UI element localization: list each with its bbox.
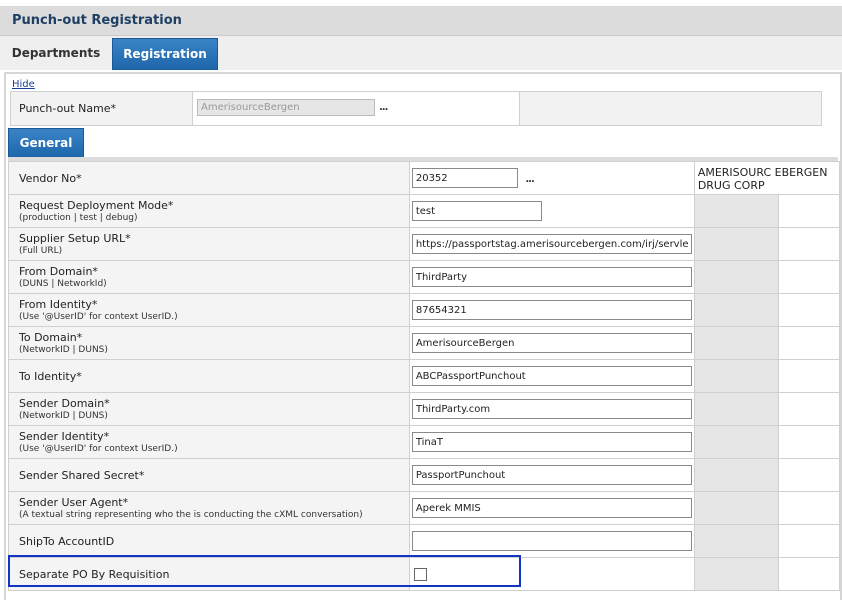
field-hint: (NetworkID | DUNS)	[19, 411, 108, 421]
vendor-lookup-icon[interactable]: ...	[525, 174, 534, 185]
form-row-from-domain: From Domain* (DUNS | NetworkId)	[8, 260, 840, 294]
hide-link[interactable]: Hide	[12, 79, 35, 90]
field-label: To Domain*	[19, 331, 83, 344]
tab-general[interactable]: General	[8, 128, 84, 158]
punchout-name-cell: ...	[192, 92, 520, 125]
punchout-name-input[interactable]	[197, 99, 375, 116]
form-row-supplier-url: Supplier Setup URL* (Full URL)	[8, 227, 840, 261]
sender-domain-input[interactable]	[411, 399, 692, 419]
sender-user-agent-input[interactable]	[411, 498, 692, 518]
deployment-mode-input[interactable]	[411, 201, 542, 221]
title-bar: Punch-out Registration	[0, 7, 842, 36]
tab-bar: Departments Registration	[0, 36, 842, 70]
form-row-deployment-mode: Request Deployment Mode* (production | te…	[8, 194, 840, 228]
field-label: ShipTo AccountID	[19, 534, 115, 548]
field-hint: (production | test | debug)	[19, 213, 138, 223]
form-row-shipto-account: ShipTo AccountID	[8, 524, 840, 558]
field-label: From Identity*	[19, 298, 98, 311]
field-hint: (A textual string representing who the i…	[19, 510, 363, 520]
punchout-lookup-icon[interactable]: ...	[379, 102, 388, 113]
vendor-name: AMERISOURC EBERGEN DRUG CORP	[693, 161, 841, 195]
form-row-sender-identity: Sender Identity* (Use '@UserID' for conte…	[8, 425, 840, 459]
registration-panel: Hide Punch-out Name* ... General Vendor …	[4, 72, 842, 600]
field-label: Sender User Agent*	[19, 496, 129, 509]
field-cell: ...	[408, 161, 695, 195]
field-label: Sender Shared Secret*	[19, 468, 145, 482]
supplier-url-input[interactable]	[411, 234, 692, 254]
to-identity-input[interactable]	[411, 366, 692, 386]
to-domain-input[interactable]	[411, 333, 692, 353]
from-identity-input[interactable]	[411, 300, 692, 320]
field-hint: (Use '@UserID' for context UserID.)	[19, 444, 178, 454]
field-label: Request Deployment Mode*	[19, 199, 174, 212]
form-row-to-identity: To Identity*	[8, 359, 840, 393]
field-label: Sender Domain*	[19, 397, 110, 410]
punchout-name-label: Punch-out Name*	[19, 102, 117, 115]
selection-highlight	[8, 555, 521, 587]
field-hint: (Use '@UserID' for context UserID.)	[19, 312, 178, 322]
shipto-account-input[interactable]	[411, 531, 692, 551]
field-label: From Domain*	[19, 265, 98, 278]
form-row-from-identity: From Identity* (Use '@UserID' for context…	[8, 293, 840, 327]
field-label: Vendor No*	[8, 161, 410, 195]
field-hint: (NetworkID | DUNS)	[19, 345, 108, 355]
field-hint: (DUNS | NetworkId)	[19, 279, 107, 289]
field-label: Sender Identity*	[19, 430, 110, 443]
tab-registration[interactable]: Registration	[112, 38, 218, 70]
sender-identity-input[interactable]	[411, 432, 692, 452]
field-hint: (Full URL)	[19, 246, 63, 256]
form-row-sender-domain: Sender Domain* (NetworkID | DUNS)	[8, 392, 840, 426]
field-label: To Identity*	[19, 369, 82, 383]
general-form-table: Vendor No* ... AMERISOURC EBERGEN DRUG C…	[8, 161, 841, 591]
page-title: Punch-out Registration	[12, 13, 182, 28]
from-domain-input[interactable]	[411, 267, 692, 287]
sender-secret-input[interactable]	[411, 465, 692, 485]
form-row-sender-secret: Sender Shared Secret*	[8, 458, 840, 492]
form-row-sender-user-agent: Sender User Agent* (A textual string repr…	[8, 491, 840, 525]
form-row-vendor-no: Vendor No* ... AMERISOURC EBERGEN DRUG C…	[8, 161, 841, 195]
top-strip	[0, 0, 842, 7]
form-row-to-domain: To Domain* (NetworkID | DUNS)	[8, 326, 840, 360]
punchout-name-row: Punch-out Name* ...	[10, 91, 822, 126]
vendor-no-input[interactable]	[411, 168, 518, 188]
field-label: Supplier Setup URL*	[19, 232, 131, 245]
tab-departments[interactable]: Departments	[4, 38, 108, 68]
